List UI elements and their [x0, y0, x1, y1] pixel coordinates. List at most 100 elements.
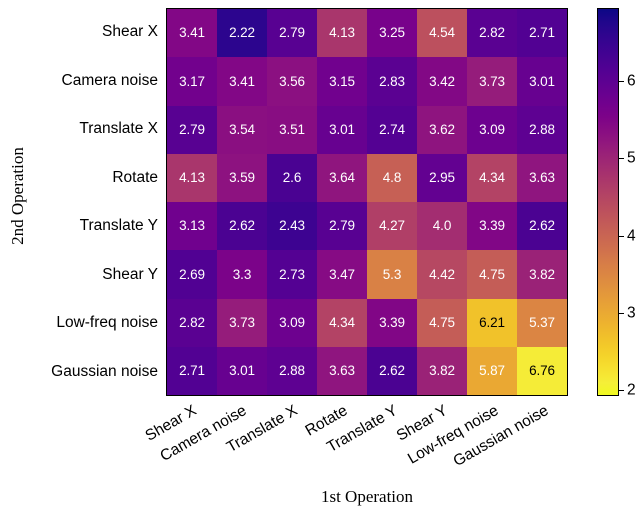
- heatmap-cell: 3.54: [217, 105, 267, 154]
- heatmap-cell-value: 5.37: [529, 314, 555, 330]
- heatmap-cell: 3.41: [217, 57, 267, 106]
- heatmap-cell: 2.69: [167, 250, 217, 299]
- heatmap-cell: 3.09: [267, 298, 317, 347]
- heatmap-cell: 3.15: [317, 57, 367, 106]
- heatmap-cell: 2.79: [317, 202, 367, 251]
- colorbar-tick-mark: [619, 158, 624, 160]
- heatmap-cell-value: 2.62: [529, 218, 555, 234]
- heatmap-cell-value: 3.15: [329, 73, 355, 89]
- heatmap-cell-value: 3.17: [179, 73, 205, 89]
- heatmap-cell: 4.34: [467, 153, 517, 202]
- heatmap-cell: 2.71: [167, 346, 217, 395]
- heatmap-cell: 3.59: [217, 153, 267, 202]
- heatmap-cell: 2.83: [367, 57, 417, 106]
- heatmap-cell-value: 4.75: [429, 314, 455, 330]
- heatmap-cell: 4.13: [317, 9, 367, 58]
- heatmap-cell: 4.0: [417, 202, 467, 251]
- heatmap-cell-value: 2.62: [379, 363, 405, 379]
- heatmap-cell: 3.56: [267, 57, 317, 106]
- heatmap-cell-value: 2.79: [279, 25, 305, 41]
- y-axis-title: 2nd Operation: [8, 147, 27, 245]
- heatmap-cell: 3.3: [217, 250, 267, 299]
- heatmap-cell: 5.87: [467, 346, 517, 395]
- heatmap-cell-value: 5.87: [479, 363, 505, 379]
- heatmap-cell-value: 2.88: [529, 121, 555, 137]
- heatmap-cell: 4.54: [417, 9, 467, 58]
- heatmap-cell-value: 3.73: [479, 73, 505, 89]
- heatmap-plot-area: 3.41 2.22 2.79 4.13 3.25 4.54 2.82 2.71 3.17 3.41…: [166, 8, 568, 396]
- heatmap-cell: 2.62: [367, 346, 417, 395]
- heatmap-cell-value: 3.51: [279, 121, 305, 137]
- x-axis-title: 1st Operation: [320, 487, 414, 506]
- heatmap-cell-value: 2.74: [379, 121, 405, 137]
- heatmap-cell-value: 3.63: [529, 170, 555, 186]
- heatmap-grid: 3.41 2.22 2.79 4.13 3.25 4.54 2.82 2.71 3.17 3.41…: [167, 9, 567, 395]
- heatmap-cell-value: 4.54: [429, 25, 455, 41]
- heatmap-cell-value: 4.34: [329, 314, 355, 330]
- heatmap-cell-value: 3.39: [379, 314, 405, 330]
- heatmap-cell: 2.82: [467, 9, 517, 58]
- heatmap-cell: 3.82: [417, 346, 467, 395]
- heatmap-cell-value: 6.76: [529, 363, 555, 379]
- colorbar-tick-mark: [619, 312, 624, 314]
- heatmap-cell-value: 3.13: [179, 218, 205, 234]
- heatmap-cell: 2.73: [267, 250, 317, 299]
- heatmap-cell-value: 3.39: [479, 218, 505, 234]
- heatmap-cell: 2.62: [217, 202, 267, 251]
- heatmap-cell: 3.42: [417, 57, 467, 106]
- heatmap-cell-value: 3.47: [329, 266, 355, 282]
- heatmap-cell: 5.3: [367, 250, 417, 299]
- heatmap-cell: 2.88: [517, 105, 567, 154]
- heatmap-cell: 3.41: [167, 9, 217, 58]
- heatmap-cell: 2.79: [167, 105, 217, 154]
- heatmap-cell: 3.82: [517, 250, 567, 299]
- heatmap-cell: 2.43: [267, 202, 317, 251]
- heatmap-cell-value: 3.82: [529, 266, 555, 282]
- heatmap-cell-value: 4.8: [382, 170, 402, 186]
- heatmap-cell: 2.74: [367, 105, 417, 154]
- heatmap-cell-value: 2.62: [229, 218, 255, 234]
- heatmap-cell-value: 2.71: [179, 363, 205, 379]
- heatmap-cell: 3.25: [367, 9, 417, 58]
- heatmap-cell: 4.75: [417, 298, 467, 347]
- heatmap-cell: 4.42: [417, 250, 467, 299]
- heatmap-cell-value: 3.82: [429, 363, 455, 379]
- heatmap-cell: 2.71: [517, 9, 567, 58]
- heatmap-cell: 3.47: [317, 250, 367, 299]
- y-tick-label: Shear X: [101, 23, 158, 41]
- heatmap-cell-value: 2.82: [179, 314, 205, 330]
- heatmap-cell-value: 2.69: [179, 266, 205, 282]
- heatmap-cell: 3.01: [517, 57, 567, 106]
- heatmap-cell-value: 2.43: [279, 218, 305, 234]
- heatmap-cell-value: 3.42: [429, 73, 455, 89]
- heatmap-cell-value: 4.13: [329, 25, 355, 41]
- heatmap-cell-value: 2.88: [279, 363, 305, 379]
- heatmap-cell-value: 3.64: [329, 170, 355, 186]
- heatmap-cell-value: 4.75: [479, 266, 505, 282]
- heatmap-cell-value: 3.59: [229, 170, 255, 186]
- heatmap-cell: 3.01: [317, 105, 367, 154]
- colorbar-tick-mark: [619, 389, 624, 391]
- heatmap-cell-value: 3.09: [279, 314, 305, 330]
- heatmap-cell: 3.63: [517, 153, 567, 202]
- heatmap-cell: 3.39: [367, 298, 417, 347]
- heatmap-cell: 3.39: [467, 202, 517, 251]
- heatmap-cell-value: 4.0: [432, 218, 452, 234]
- heatmap-cell-value: 4.27: [379, 218, 405, 234]
- heatmap-cell-value: 2.82: [479, 25, 505, 41]
- heatmap-cell-value: 3.01: [529, 73, 555, 89]
- heatmap-cell-value: 3.01: [229, 363, 255, 379]
- heatmap-cell-value: 5.3: [382, 266, 402, 282]
- colorbar-tick-mark: [619, 81, 624, 83]
- y-tick-label: Low-freq noise: [56, 314, 158, 332]
- colorbar-tick-mark: [619, 235, 624, 237]
- heatmap-cell: 3.63: [317, 346, 367, 395]
- heatmap-cell-value: 3.01: [329, 121, 355, 137]
- heatmap-cell: 3.51: [267, 105, 317, 154]
- heatmap-cell-value: 3.41: [229, 73, 255, 89]
- heatmap-cell: 2.82: [167, 298, 217, 347]
- heatmap-cell-value: 3.41: [179, 25, 205, 41]
- heatmap-cell: 2.22: [217, 9, 267, 58]
- heatmap-cell: 2.79: [267, 9, 317, 58]
- heatmap-cell-value: 3.54: [229, 121, 255, 137]
